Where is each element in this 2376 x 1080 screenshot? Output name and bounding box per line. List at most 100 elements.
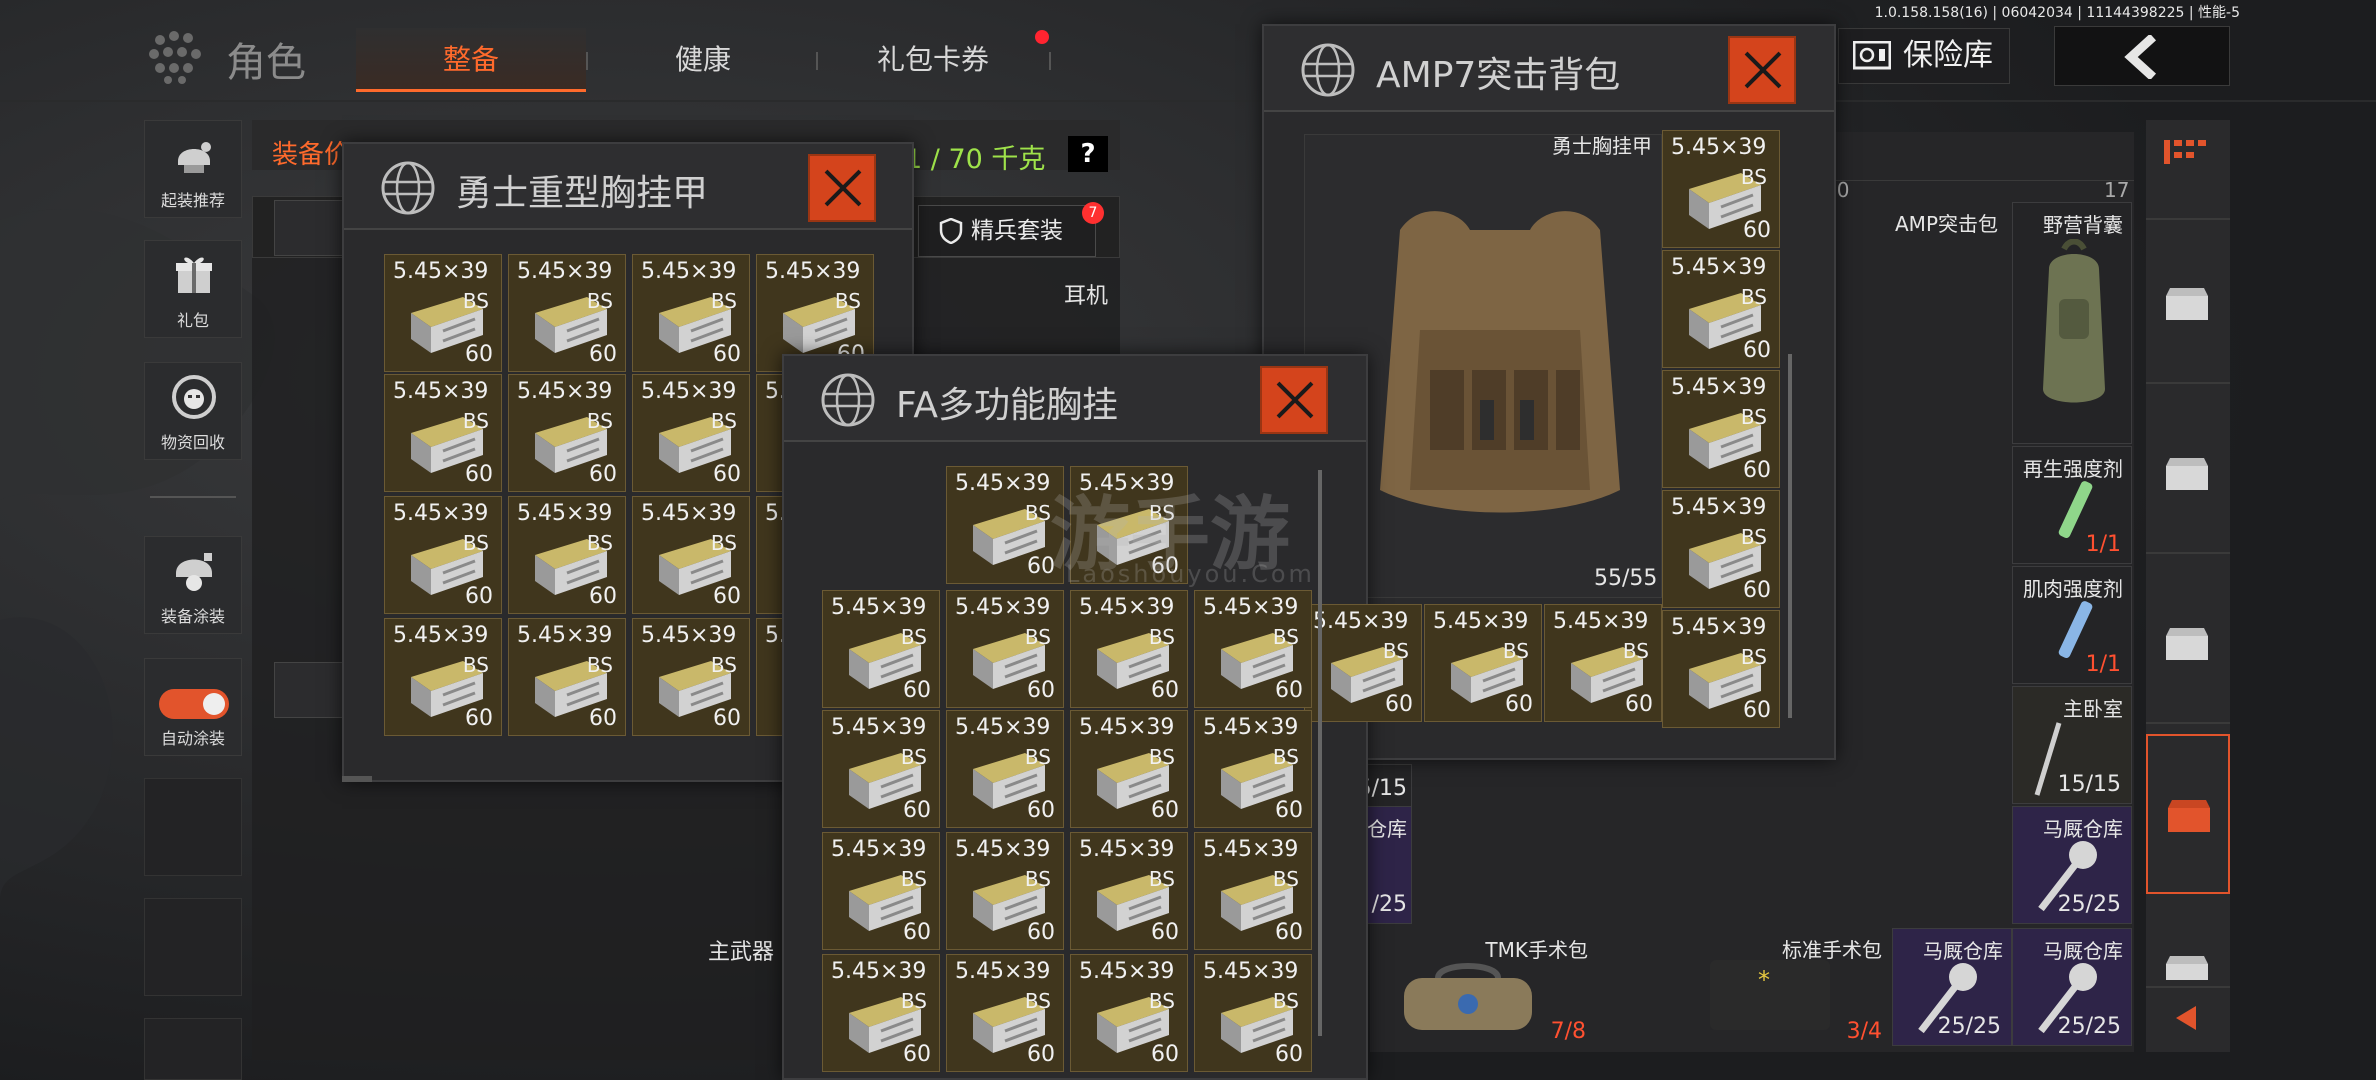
ammo-box-item[interactable]: 5.45×39BS60: [384, 374, 502, 492]
help-button[interactable]: ?: [1068, 136, 1108, 172]
inventory-item-name: 仓库: [1367, 817, 1407, 841]
ammo-box-item[interactable]: 5.45×39BS60: [822, 710, 940, 828]
ammo-box-item[interactable]: 5.45×39BS60: [946, 710, 1064, 828]
ammo-count: 60: [903, 920, 931, 945]
ammo-count: 60: [903, 798, 931, 823]
inventory-item-muscle[interactable]: 肌肉强度剂 1/1: [2012, 566, 2132, 684]
ammo-count: 60: [1027, 798, 1055, 823]
ammo-box-item[interactable]: 5.45×39BS60: [508, 496, 626, 614]
ammo-box-item[interactable]: 5.45×39BS60: [946, 832, 1064, 950]
rail-collapse-button[interactable]: [2146, 986, 2230, 1050]
sidebar-item-loadout-recommend[interactable]: 起装推荐: [144, 120, 242, 218]
ammo-box-item[interactable]: 5.45×39BS60: [1662, 370, 1780, 488]
ammo-box-item[interactable]: 5.45×39BS60: [1544, 604, 1662, 722]
sidebar-item-paint[interactable]: 装备涂装: [144, 536, 242, 634]
ammo-type: BS: [1024, 867, 1051, 891]
ammo-box-item[interactable]: 5.45×39BS60: [1194, 590, 1312, 708]
sidebar-item-auto-paint[interactable]: 自动涂装: [144, 658, 242, 756]
inventory-item-regen[interactable]: 再生强度剂 1/1: [2012, 446, 2132, 564]
inventory-item-tmk-kit[interactable]: TMK手术包 7/8: [1370, 928, 1596, 1050]
backpack-scrollbar[interactable]: [1788, 354, 1792, 718]
storage-box-icon: [2166, 458, 2208, 490]
ammo-box-item[interactable]: 5.45×39BS60: [946, 954, 1064, 1072]
inventory-item-count: 1/1: [2085, 652, 2121, 677]
ammo-box-item[interactable]: 5.45×39BS60: [1662, 490, 1780, 608]
inventory-item-partial[interactable]: 仓库 /25: [1366, 806, 1412, 924]
inventory-item-camp-backpack[interactable]: 野营背囊: [2012, 202, 2132, 444]
ammo-count: 60: [713, 462, 741, 487]
ammo-count: 60: [713, 706, 741, 731]
ammo-caliber: 5.45×39: [831, 959, 927, 984]
ammo-box-item[interactable]: 5.45×39BS60: [508, 254, 626, 372]
ammo-box-item[interactable]: 5.45×39BS60: [1424, 604, 1542, 722]
ammo-box-item[interactable]: 5.45×39BS60: [384, 496, 502, 614]
close-icon[interactable]: [1260, 366, 1328, 434]
sidebar-item-recycle[interactable]: 物资回收: [144, 362, 242, 460]
empty-equip-slot[interactable]: [144, 1018, 242, 1080]
inventory-item-standard-kit[interactable]: 标准手术包 * 3/4: [1600, 928, 1892, 1050]
back-button[interactable]: [2054, 26, 2230, 86]
elite-set-button[interactable]: 精兵套装: [918, 205, 1096, 257]
rail-storage-5[interactable]: [2146, 904, 2230, 984]
ammo-box-item[interactable]: 5.45×39BS60: [822, 832, 940, 950]
ammo-box-item[interactable]: 5.45×39BS60: [632, 254, 750, 372]
vault-button[interactable]: 保险库: [1838, 28, 2010, 84]
ammo-box-item[interactable]: 5.45×39BS60: [946, 466, 1064, 584]
ammo-box-item[interactable]: 5.45×39BS60: [1662, 130, 1780, 248]
empty-equip-slot[interactable]: [144, 898, 242, 996]
ammo-type: BS: [834, 289, 861, 313]
ammo-box-item[interactable]: 5.45×39BS60: [1194, 954, 1312, 1072]
ammo-box-item[interactable]: 5.45×39BS60: [822, 590, 940, 708]
ammo-box-item[interactable]: 5.45×39BS60: [946, 590, 1064, 708]
ammo-box-item[interactable]: 5.45×39BS60: [1662, 610, 1780, 728]
ammo-box-item[interactable]: 5.45×39BS60: [384, 618, 502, 736]
ammo-box-item[interactable]: 5.45×39BS60: [1070, 590, 1188, 708]
rail-storage-3[interactable]: [2146, 564, 2230, 724]
ammo-type: BS: [1740, 525, 1767, 549]
rail-storage-1[interactable]: [2146, 224, 2230, 384]
tab-health[interactable]: 健康: [596, 28, 810, 92]
ammo-box-item[interactable]: 5.45×39BS60: [632, 374, 750, 492]
inventory-item-stable-key[interactable]: 马厩仓库 25/25: [2012, 806, 2132, 924]
rail-filter-button[interactable]: [2146, 120, 2230, 220]
ammo-caliber: 5.45×39: [955, 715, 1051, 740]
inventory-item-stable-key[interactable]: 马厩仓库 25/25: [2012, 928, 2132, 1046]
ammo-count: 60: [1385, 692, 1413, 717]
ammo-box-item[interactable]: 5.45×39BS60: [508, 374, 626, 492]
ammo-count: 60: [1027, 678, 1055, 703]
ammo-count: 60: [589, 462, 617, 487]
tab-equip[interactable]: 整备: [356, 28, 586, 92]
ammo-box-item[interactable]: 5.45×39BS60: [822, 954, 940, 1072]
close-icon[interactable]: [1728, 36, 1796, 104]
empty-equip-slot[interactable]: [144, 778, 242, 876]
sidebar-item-gift[interactable]: 礼包: [144, 240, 242, 338]
rail-storage-4[interactable]: [2146, 734, 2230, 894]
ammo-box-item[interactable]: 5.45×39BS60: [1070, 954, 1188, 1072]
ammo-box-item[interactable]: 5.45×39BS60: [1194, 832, 1312, 950]
tab-gift-cards[interactable]: 礼包卡券: [820, 28, 1046, 92]
inventory-item-partial[interactable]: 5/15: [1358, 764, 1412, 808]
ammo-box-item[interactable]: 5.45×39BS60: [508, 618, 626, 736]
ammo-caliber: 5.45×39: [831, 595, 927, 620]
ammo-type: BS: [710, 653, 737, 677]
sidebar-item-label: 自动涂装: [160, 729, 225, 748]
ammo-box-item[interactable]: 5.45×39BS60: [632, 618, 750, 736]
ammo-box-item[interactable]: 5.45×39BS60: [1194, 710, 1312, 828]
ammo-type: BS: [1272, 625, 1299, 649]
ammo-type: BS: [710, 531, 737, 555]
rail-storage-2[interactable]: [2146, 394, 2230, 554]
ammo-box-item[interactable]: 5.45×39BS60: [1070, 832, 1188, 950]
fa-vest-scrollbar[interactable]: [1318, 470, 1322, 1036]
ammo-caliber: 5.45×39: [641, 379, 737, 404]
window-resize-grip[interactable]: [342, 776, 372, 782]
ammo-box-item[interactable]: 5.45×39BS60: [1070, 710, 1188, 828]
inventory-item-stable-key[interactable]: 马厩仓库 25/25: [1892, 928, 2012, 1046]
ammo-box-item[interactable]: 5.45×39BS60: [632, 496, 750, 614]
ammo-box-item[interactable]: 5.45×39BS60: [1662, 250, 1780, 368]
inventory-item-bedroom-key[interactable]: 主卧室 15/15: [2012, 686, 2132, 804]
ammo-box-item[interactable]: 5.45×39BS60: [384, 254, 502, 372]
ammo-type: BS: [900, 745, 927, 769]
ammo-caliber: 5.45×39: [955, 837, 1051, 862]
auto-paint-toggle[interactable]: [159, 689, 229, 719]
close-icon[interactable]: [808, 154, 876, 222]
